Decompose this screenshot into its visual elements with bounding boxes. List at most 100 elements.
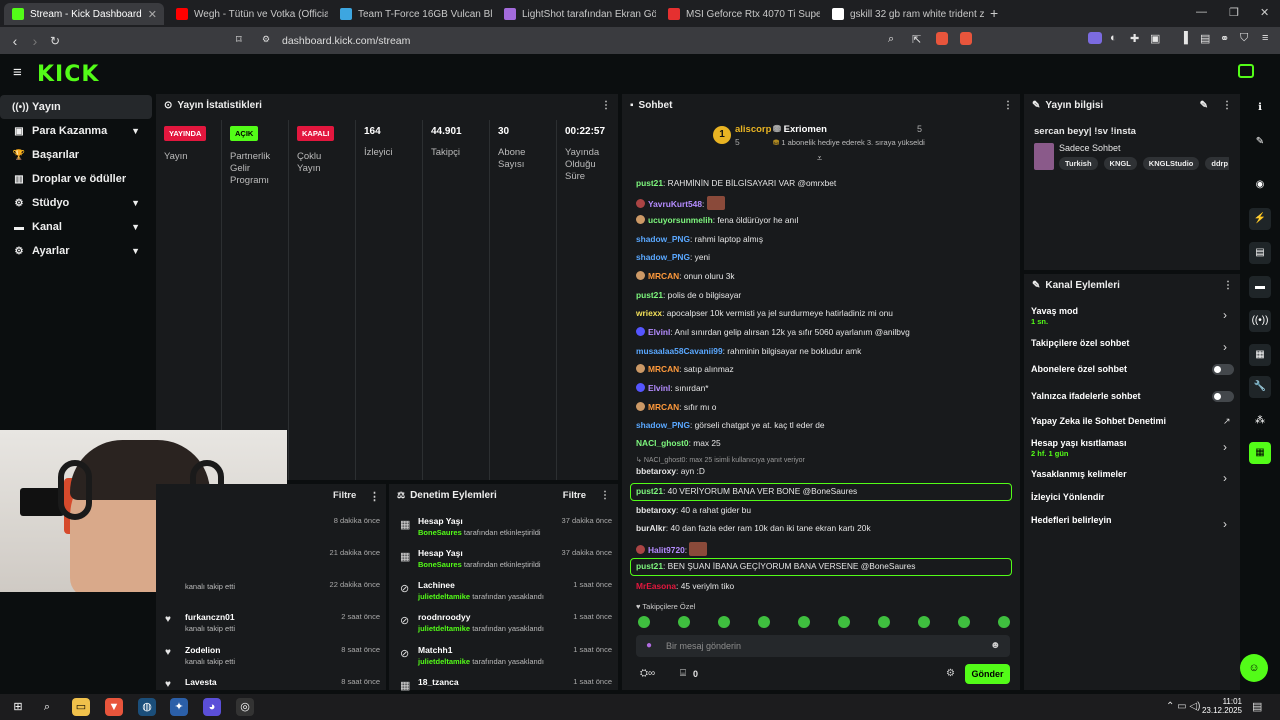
chat-username[interactable]: musaalaa58Cavanii99 xyxy=(636,346,723,356)
sidebar-item-3[interactable]: ▥ Droplar ve ödüller xyxy=(0,167,152,191)
chat-username[interactable]: bbetaroxy xyxy=(636,505,676,515)
channel-action-row[interactable]: İzleyici Yönlendir xyxy=(1031,492,1104,502)
sidebar-item-2[interactable]: 🏆 Başarılar xyxy=(0,143,152,167)
chevron-right-icon[interactable]: › xyxy=(1223,340,1227,354)
bookmark-icon[interactable]: ⌑ xyxy=(236,33,242,46)
forward-icon[interactable]: › xyxy=(25,33,45,49)
poll-icon[interactable]: ⛭∞ xyxy=(640,668,655,679)
brave-rewards-icon[interactable] xyxy=(960,32,972,45)
vpn-icon[interactable]: ⚭ xyxy=(1220,32,1229,45)
chat-username[interactable]: pust21 xyxy=(636,290,663,300)
collapse-icon[interactable]: ⩡ xyxy=(817,153,822,164)
chat-username[interactable]: MRCAN xyxy=(648,402,679,412)
clock[interactable]: 11:01 23.12.2025 xyxy=(1200,697,1242,715)
info-icon[interactable]: ℹ xyxy=(1249,97,1271,119)
filter-button[interactable]: Filtre xyxy=(333,490,356,501)
close-icon[interactable]: ✕ xyxy=(142,8,157,21)
back-icon[interactable]: ‹ xyxy=(5,33,25,49)
mod-actor[interactable]: julietdeltamike xyxy=(418,624,470,633)
chat-username[interactable]: shadow_PNG xyxy=(636,252,690,262)
chevron-right-icon[interactable]: › xyxy=(1223,471,1227,485)
support-chat-icon[interactable]: ☺ xyxy=(1240,654,1268,682)
emoji-icon[interactable]: ☻ xyxy=(990,640,1001,651)
media-icon[interactable]: ▣ xyxy=(1150,32,1160,45)
browser-tab[interactable]: Team T-Force 16GB Vulcan Black Exp xyxy=(332,3,492,25)
more-icon[interactable]: ⋮ xyxy=(1222,100,1232,111)
steam-icon[interactable]: ◍ xyxy=(138,698,156,716)
toggle-switch[interactable] xyxy=(1212,391,1234,402)
windows-start-icon[interactable]: ⊞ xyxy=(9,698,27,716)
shield-icon[interactable]: ⛉ xyxy=(1240,32,1248,45)
more-icon[interactable]: ⋮ xyxy=(601,100,611,111)
chat-username[interactable]: NACI_ghost0 xyxy=(636,438,689,448)
people-icon[interactable]: ⁂ xyxy=(1249,410,1271,432)
mic-icon[interactable]: ● xyxy=(646,640,652,651)
channel-action-row[interactable]: Abonelere özel sohbet xyxy=(1031,364,1127,374)
chat-icon[interactable]: ▬ xyxy=(1249,276,1271,298)
chat-username[interactable]: pust21 xyxy=(636,178,663,188)
leader-name[interactable]: aliscorp xyxy=(735,124,771,135)
chevron-right-icon[interactable]: › xyxy=(1223,308,1227,322)
hamburger-icon[interactable]: ≡ xyxy=(13,64,22,81)
brave-browser-icon[interactable]: ▼ xyxy=(105,698,123,716)
more-icon[interactable]: ⋮ xyxy=(369,490,380,503)
browser-tab[interactable]: Wegh - Tütün ve Votka (Official Musi xyxy=(168,3,328,25)
extension-icon[interactable] xyxy=(1088,32,1102,44)
leader-name[interactable]: Exriomen xyxy=(784,124,827,135)
stream-tag[interactable]: ddrp xyxy=(1205,157,1229,170)
edit-icon[interactable]: ✎ xyxy=(1200,100,1208,111)
maximize-icon[interactable]: ❐ xyxy=(1229,6,1239,19)
chevron-right-icon[interactable]: › xyxy=(1223,517,1227,531)
chat-username[interactable]: Elvinl xyxy=(648,327,670,337)
settings-icon[interactable]: ⚙ xyxy=(946,668,955,679)
chat-username[interactable]: MrEasona xyxy=(636,581,676,591)
sidebar-item-1[interactable]: ▣ Para Kazanma ▼ xyxy=(0,119,152,143)
chat-username[interactable]: bbetaroxy xyxy=(636,466,676,476)
channel-action-row[interactable]: Yapay Zeka ile Sohbet Denetimi xyxy=(1031,416,1166,426)
channel-action-row[interactable]: Hedefleri belirleyin xyxy=(1031,515,1112,525)
edit-icon[interactable]: ✎ xyxy=(1249,131,1271,153)
channel-action-row[interactable]: Takipçilere özel sohbet xyxy=(1031,338,1129,348)
more-icon[interactable]: ⋮ xyxy=(600,490,610,501)
app-icon[interactable]: ✦ xyxy=(170,698,188,716)
reload-icon[interactable]: ↻ xyxy=(45,34,65,48)
chevron-down-icon[interactable]: ▼ xyxy=(131,198,140,208)
browser-tab[interactable]: gskill 32 gb ram white trident z - Goo xyxy=(824,3,984,25)
mod-actor[interactable]: BoneSaures xyxy=(418,560,462,569)
toggle-switch[interactable] xyxy=(1212,364,1234,375)
chat-username[interactable]: YavruKurt548 xyxy=(648,199,702,209)
chat-username[interactable]: ucuyorsunmelih xyxy=(648,215,713,225)
stream-tag[interactable]: KNGL xyxy=(1103,157,1137,170)
emote-icon[interactable] xyxy=(678,616,690,628)
chevron-down-icon[interactable]: ▼ xyxy=(131,126,140,136)
chat-username[interactable]: burAlkr xyxy=(636,523,666,533)
minimize-icon[interactable]: — xyxy=(1196,6,1207,18)
chat-username[interactable]: wriexx xyxy=(636,308,662,318)
new-tab-button[interactable]: + xyxy=(990,5,998,21)
sidebar-icon[interactable]: ▐ xyxy=(1180,32,1188,44)
sidebar-item-5[interactable]: ▬ Kanal ▼ xyxy=(0,215,152,239)
chat-username[interactable]: Halit9720 xyxy=(648,545,685,555)
lightning-icon[interactable]: ⚡ xyxy=(1249,208,1271,230)
discord-icon[interactable]: ◕ xyxy=(203,698,221,716)
mod-actor[interactable]: BoneSaures xyxy=(418,528,462,537)
emote-icon[interactable] xyxy=(638,616,650,628)
search-icon[interactable]: ⌕ xyxy=(38,698,56,716)
wallet-icon[interactable]: ▤ xyxy=(1200,32,1210,45)
tray-icons[interactable]: ⌃ ▭ ◁) xyxy=(1166,701,1200,712)
emote-icon[interactable] xyxy=(758,616,770,628)
wrench-icon[interactable]: 🔧 xyxy=(1249,376,1271,398)
chevron-right-icon[interactable]: › xyxy=(1223,440,1227,454)
site-info-icon[interactable]: ⚙ xyxy=(262,34,270,45)
obs-icon[interactable]: ◎ xyxy=(236,698,254,716)
more-icon[interactable]: ⋮ xyxy=(1003,100,1013,111)
notifications-icon[interactable]: ▤ xyxy=(1252,700,1262,713)
chat-username[interactable]: MRCAN xyxy=(648,364,679,374)
emote-icon[interactable] xyxy=(718,616,730,628)
send-button[interactable]: Gönder xyxy=(965,664,1010,684)
emote-icon[interactable] xyxy=(998,616,1010,628)
mod-actor[interactable]: julietdeltamike xyxy=(418,657,470,666)
emote-icon[interactable] xyxy=(918,616,930,628)
emote-icon[interactable] xyxy=(798,616,810,628)
channel-action-row[interactable]: Yavaş mod 1 sn. xyxy=(1031,306,1078,326)
